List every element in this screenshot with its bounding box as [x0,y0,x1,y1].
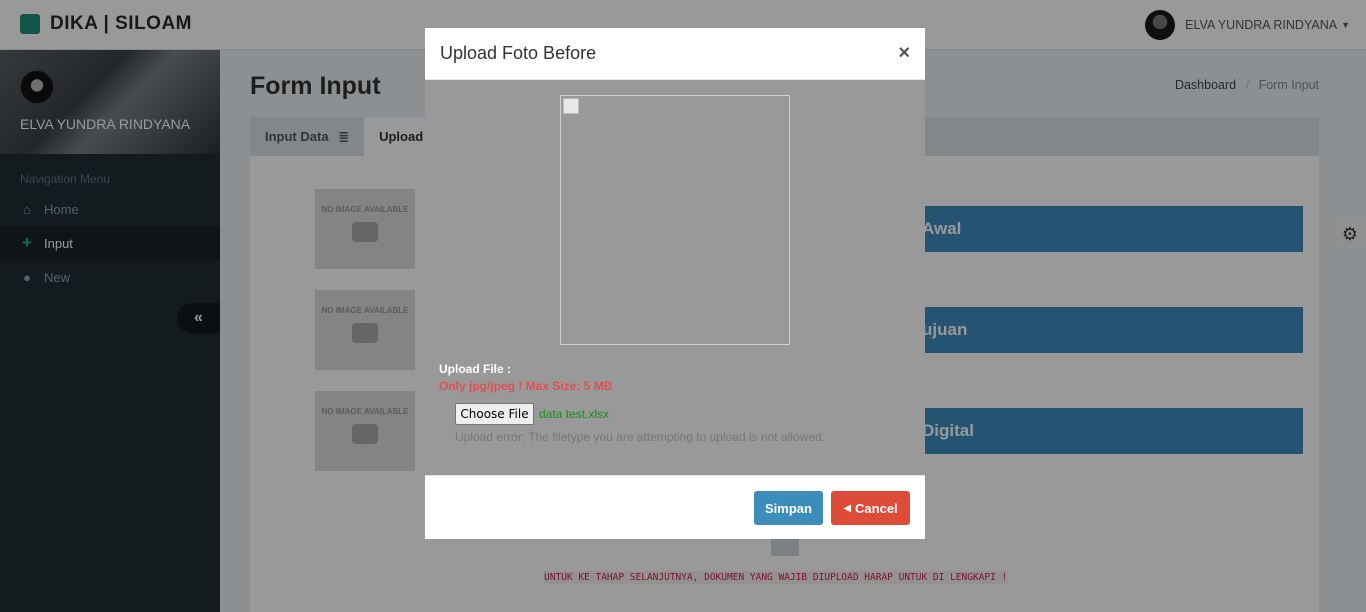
close-icon[interactable]: × [898,42,910,65]
modal-body: Upload File : Only jpg/jpeg ! Max Size: … [425,80,925,475]
upload-file-label: Upload File : [439,362,511,376]
upload-hint: Only jpg/jpeg ! Max Size: 5 MB [439,379,613,393]
modal-header: Upload Foto Before × [425,28,925,80]
choose-file-button[interactable]: Choose File [455,403,534,425]
broken-image-icon [563,98,579,114]
modal-title: Upload Foto Before [440,43,597,63]
image-preview [560,95,790,345]
file-input: Choose File data test.xlsx [455,403,609,425]
cancel-label: Cancel [855,500,898,516]
modal-footer: Simpan ◀ Cancel [425,475,925,539]
selected-file-name: data test.xlsx [539,407,610,421]
upload-modal: Upload Foto Before × Upload File : Only … [425,28,925,539]
save-button[interactable]: Simpan [754,491,823,525]
upload-error-message: Upload error: The filetype you are attem… [455,430,825,444]
step-backward-icon: ◀ [843,502,852,514]
cancel-button[interactable]: ◀ Cancel [831,491,910,525]
